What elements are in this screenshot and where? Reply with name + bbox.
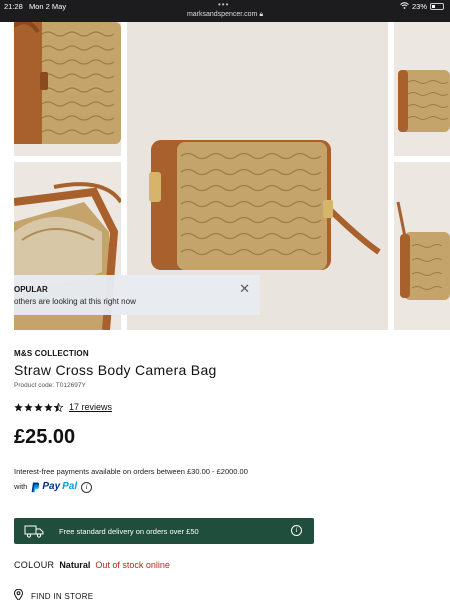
- product-title: Straw Cross Body Camera Bag: [14, 362, 217, 378]
- star-full-icon: [14, 402, 23, 411]
- paypal-logo: Pay Pal: [31, 480, 77, 494]
- close-icon[interactable]: ✕: [239, 281, 250, 297]
- popular-toast: OPULAR others are looking at this right …: [14, 275, 260, 315]
- interest-free-info: Interest-free payments available on orde…: [14, 465, 314, 494]
- paypal-text-pay: Pay: [42, 481, 61, 492]
- star-half-icon: [54, 402, 63, 412]
- find-in-store-button[interactable]: FIND IN STORE: [13, 588, 94, 600]
- wifi-icon: [400, 2, 409, 11]
- colour-row: COLOUR Natural Out of stock online: [14, 560, 170, 570]
- colour-label: COLOUR: [14, 560, 55, 570]
- paypal-text-pal: Pal: [62, 481, 78, 492]
- lock-icon: 🔒︎: [259, 11, 264, 18]
- paypal-icon: [31, 482, 40, 492]
- toast-title: OPULAR: [14, 285, 48, 294]
- status-indicators: 23%: [400, 2, 444, 11]
- product-brand: M&S COLLECTION: [14, 349, 89, 358]
- battery-icon: [430, 3, 444, 10]
- interest-free-text: Interest-free payments available on orde…: [14, 467, 248, 476]
- product-code: Product code: T012697Y: [14, 382, 86, 389]
- bag-side-image: [14, 22, 121, 156]
- reviews-link[interactable]: 17 reviews: [69, 402, 112, 412]
- delivery-info-icon[interactable]: i: [291, 525, 302, 536]
- star-full-icon: [24, 402, 33, 411]
- gallery-thumbnail-1[interactable]: [14, 22, 121, 156]
- address-bar[interactable]: marksandspencer.com 🔒︎: [0, 11, 450, 19]
- product-price: £25.00: [14, 426, 76, 448]
- bag-model-image: [394, 162, 450, 330]
- tab-handle[interactable]: •••: [218, 0, 229, 9]
- toast-message: others are looking at this right now: [14, 297, 136, 306]
- stock-status: Out of stock online: [95, 560, 170, 570]
- product-rating: 17 reviews: [14, 402, 112, 412]
- delivery-text: Free standard delivery on orders over £5…: [59, 527, 199, 536]
- paypal-row: with Pay Pal i: [14, 480, 314, 494]
- find-in-store-label: FIND IN STORE: [31, 591, 94, 600]
- location-pin-icon: [13, 588, 24, 600]
- bag-back-image: [394, 22, 450, 156]
- star-rating: [14, 402, 63, 412]
- truck-icon: [24, 524, 44, 540]
- with-label: with: [14, 482, 28, 491]
- status-date: Mon 2 May: [29, 2, 67, 11]
- paypal-info-icon[interactable]: i: [81, 481, 93, 493]
- star-full-icon: [44, 402, 53, 411]
- star-full-icon: [34, 402, 43, 411]
- status-time: 21:28: [4, 2, 23, 11]
- battery-percent: 23%: [411, 2, 427, 11]
- delivery-banner[interactable]: Free standard delivery on orders over £5…: [14, 518, 314, 544]
- status-bar: 21:28 Mon 2 May ••• marksandspencer.com …: [0, 0, 450, 22]
- colour-value: Natural: [59, 560, 91, 570]
- gallery-thumbnail-3[interactable]: [394, 22, 450, 156]
- gallery-thumbnail-4[interactable]: [394, 162, 450, 330]
- url-text: marksandspencer.com: [186, 11, 258, 18]
